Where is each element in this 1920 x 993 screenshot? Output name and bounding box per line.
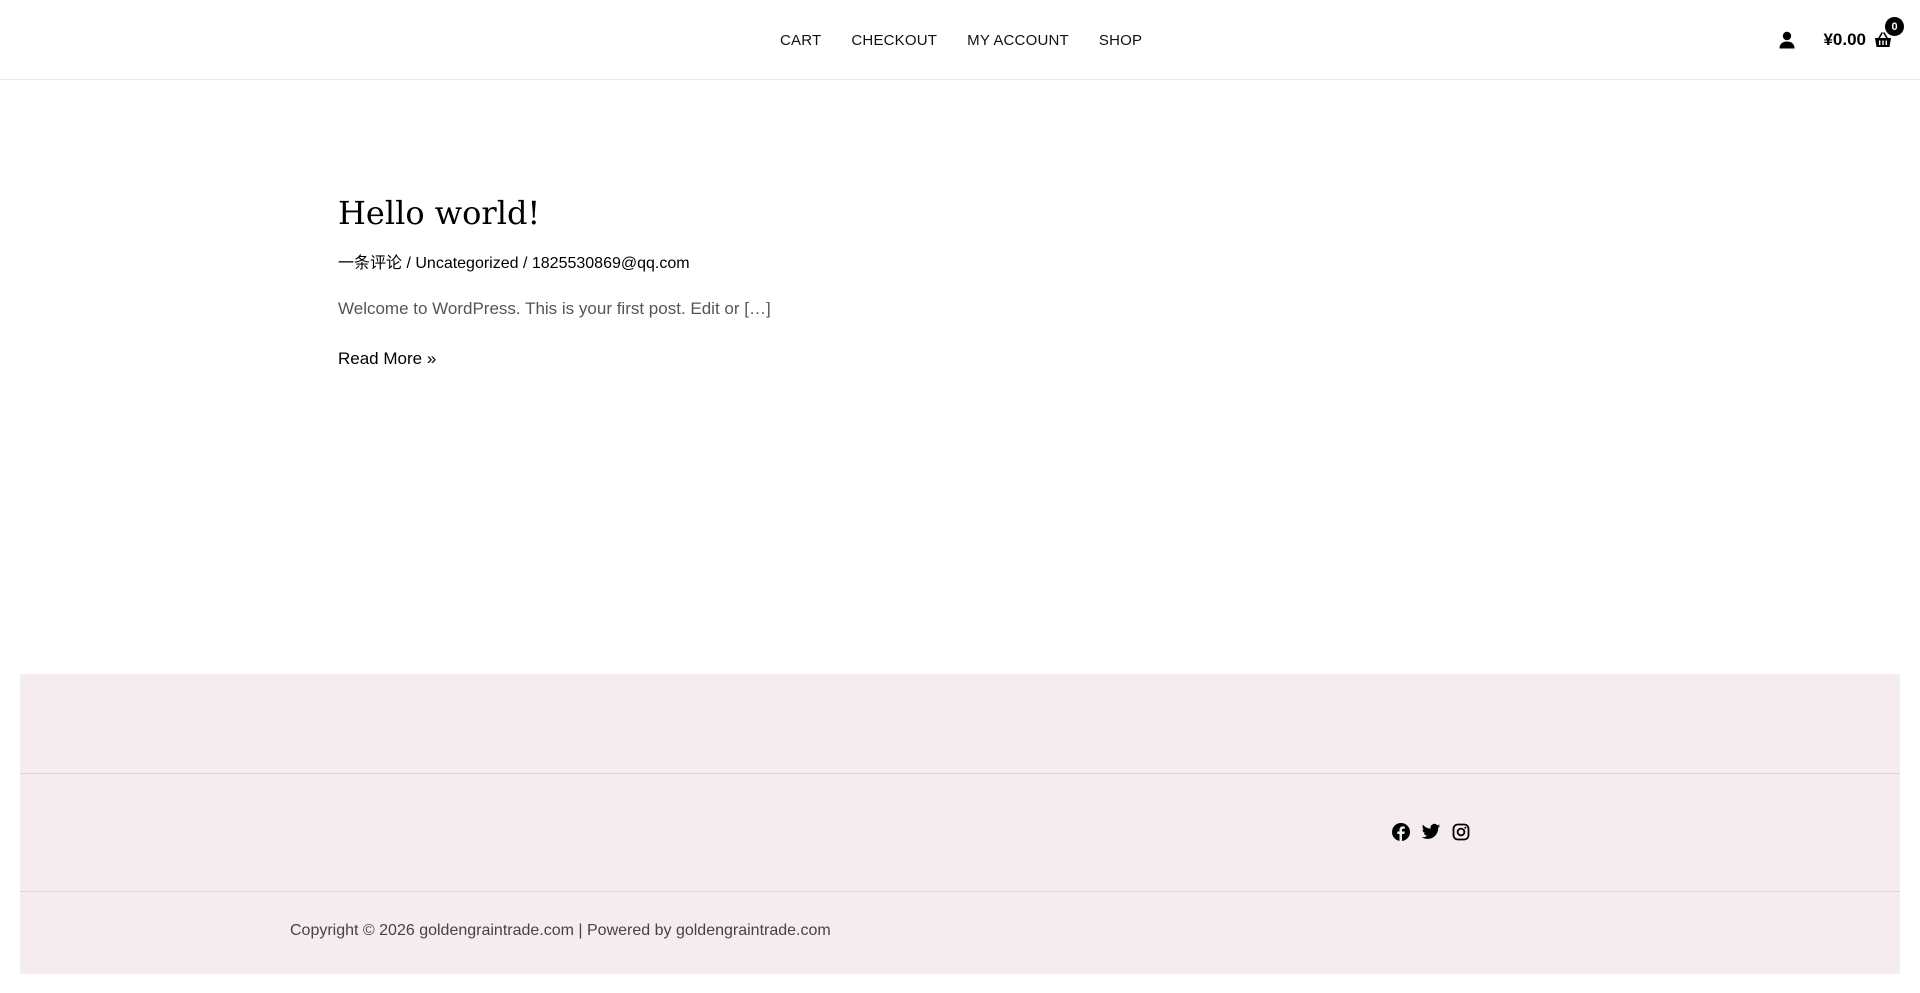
twitter-icon[interactable]: [1421, 822, 1441, 842]
main-navigation: CART CHECKOUT MY ACCOUNT SHOP: [780, 0, 1142, 80]
header-actions: ¥0.00 0: [1777, 0, 1904, 80]
nav-cart[interactable]: CART: [780, 32, 821, 49]
meta-separator: /: [402, 255, 416, 272]
nav-checkout[interactable]: CHECKOUT: [851, 32, 937, 49]
footer-widget-area: [20, 674, 1900, 774]
site-footer: Copyright © 2026 goldengraintrade.com | …: [20, 674, 1900, 974]
social-links: [1391, 822, 1471, 842]
nav-my-account[interactable]: MY ACCOUNT: [967, 32, 1069, 49]
facebook-icon[interactable]: [1391, 822, 1411, 842]
post-category-link[interactable]: Uncategorized: [415, 255, 518, 272]
post-excerpt: Welcome to WordPress. This is your first…: [338, 299, 771, 318]
nav-shop[interactable]: SHOP: [1099, 32, 1142, 49]
post-comments-link[interactable]: 一条评论: [338, 255, 402, 272]
cart-count-badge: 0: [1885, 17, 1904, 36]
shopping-basket-icon: 0: [1874, 17, 1904, 49]
footer-social-bar: [20, 774, 1900, 892]
cart-total: ¥0.00: [1823, 30, 1866, 49]
post-title[interactable]: Hello world!: [338, 190, 540, 236]
post-meta: 一条评论 / Uncategorized / 1825530869@qq.com: [338, 252, 1238, 276]
site-header: CART CHECKOUT MY ACCOUNT SHOP ¥0.00 0: [0, 0, 1920, 80]
user-icon[interactable]: [1777, 30, 1797, 50]
meta-separator: /: [518, 255, 532, 272]
post-author-link[interactable]: 1825530869@qq.com: [532, 255, 690, 272]
read-more-link[interactable]: Read More »: [338, 346, 436, 372]
footer-copyright: Copyright © 2026 goldengraintrade.com | …: [290, 922, 831, 939]
header-cart-button[interactable]: ¥0.00 0: [1823, 17, 1904, 50]
instagram-icon[interactable]: [1451, 822, 1471, 842]
post-article: Hello world! 一条评论 / Uncategorized / 1825…: [338, 190, 1238, 372]
